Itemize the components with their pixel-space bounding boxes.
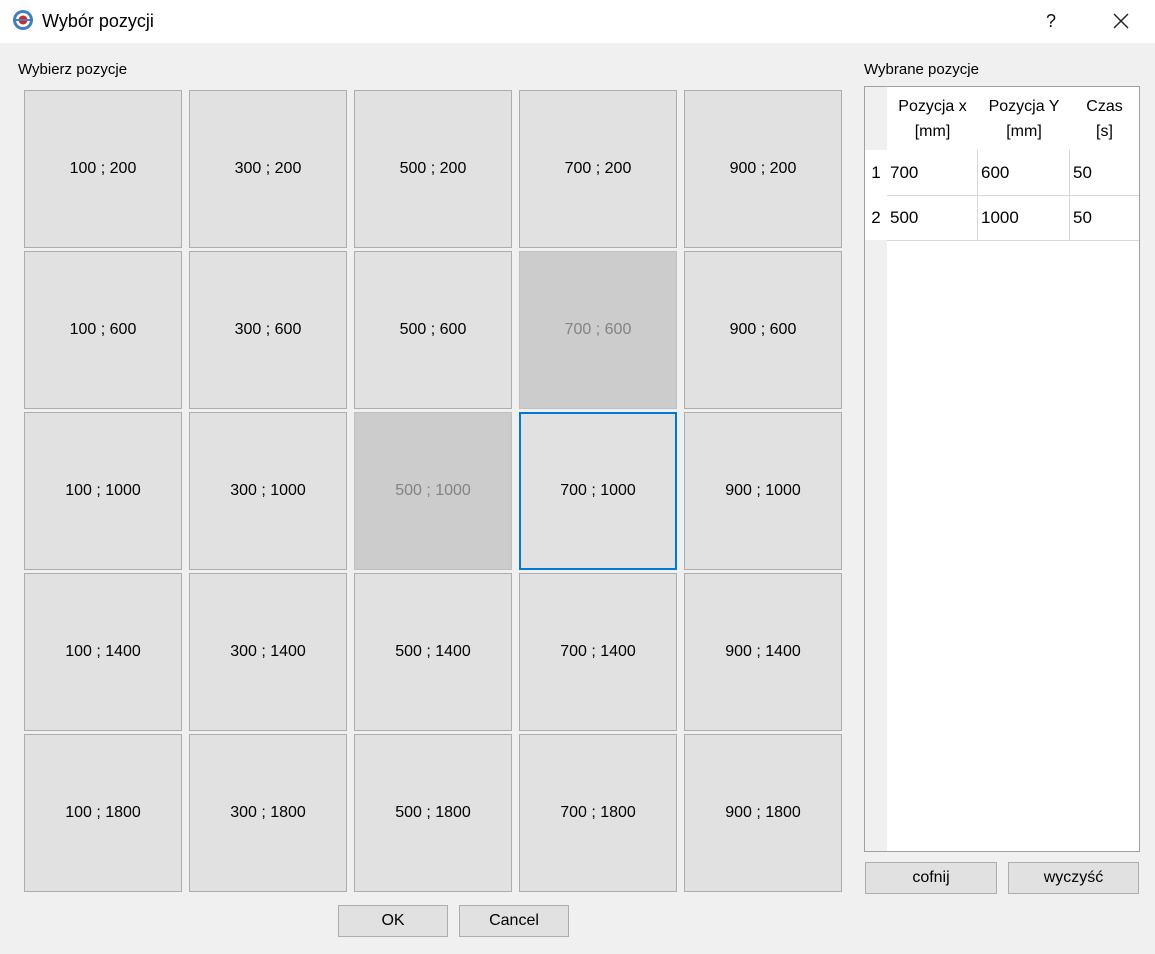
position-button[interactable]: 700 ; 1400 bbox=[519, 573, 677, 731]
column-header-unit: [mm] bbox=[914, 122, 951, 140]
close-button[interactable] bbox=[1100, 6, 1142, 36]
position-button[interactable]: 900 ; 1400 bbox=[684, 573, 842, 731]
column-header-unit: [mm] bbox=[1006, 122, 1042, 140]
position-button[interactable]: 100 ; 600 bbox=[24, 251, 182, 409]
position-button[interactable]: 100 ; 200 bbox=[24, 90, 182, 248]
clear-button[interactable]: wyczyść bbox=[1008, 862, 1139, 894]
selected-positions-label: Wybrane pozycje bbox=[864, 61, 979, 78]
position-button[interactable]: 100 ; 1400 bbox=[24, 573, 182, 731]
cell-position-x[interactable]: 700 bbox=[887, 150, 978, 195]
cell-position-y[interactable]: 1000 bbox=[978, 195, 1070, 240]
undo-button[interactable]: cofnij bbox=[865, 862, 997, 894]
position-button[interactable]: 300 ; 1400 bbox=[189, 573, 347, 731]
position-button[interactable]: 500 ; 1800 bbox=[354, 734, 512, 892]
position-button[interactable]: 900 ; 600 bbox=[684, 251, 842, 409]
position-button[interactable]: 300 ; 600 bbox=[189, 251, 347, 409]
table-row[interactable]: 700 600 50 bbox=[887, 150, 1139, 196]
table-row[interactable]: 500 1000 50 bbox=[887, 195, 1139, 241]
position-button[interactable]: 700 ; 600 bbox=[519, 251, 677, 409]
position-button[interactable]: 300 ; 1000 bbox=[189, 412, 347, 570]
row-header[interactable]: 2 bbox=[865, 195, 887, 240]
selected-positions-table[interactable]: Pozycja x [mm] Pozycja Y [mm] Czas [s] 1 70… bbox=[864, 86, 1140, 852]
column-header-text: Czas bbox=[1086, 97, 1123, 115]
position-button[interactable]: 100 ; 1000 bbox=[24, 412, 182, 570]
position-button[interactable]: 700 ; 1800 bbox=[519, 734, 677, 892]
position-button[interactable]: 900 ; 1000 bbox=[684, 412, 842, 570]
cancel-button[interactable]: Cancel bbox=[459, 905, 569, 937]
position-button[interactable]: 700 ; 200 bbox=[519, 90, 677, 248]
position-button[interactable]: 900 ; 200 bbox=[684, 90, 842, 248]
position-button[interactable]: 300 ; 200 bbox=[189, 90, 347, 248]
app-logo-icon bbox=[13, 10, 33, 30]
position-button[interactable]: 500 ; 1400 bbox=[354, 573, 512, 731]
position-grid: 100 ; 200 300 ; 200 500 ; 200 700 ; 200 900 … bbox=[24, 90, 842, 892]
window-title: Wybór pozycji bbox=[42, 11, 154, 31]
row-header[interactable]: 1 bbox=[865, 150, 887, 195]
position-button[interactable]: 100 ; 1800 bbox=[24, 734, 182, 892]
close-icon bbox=[1113, 13, 1129, 29]
column-header-position-x[interactable]: Pozycja x [mm] bbox=[887, 87, 978, 150]
cell-time[interactable]: 50 bbox=[1070, 195, 1139, 240]
column-header-text: Pozycja Y bbox=[988, 97, 1060, 115]
position-button[interactable]: 300 ; 1800 bbox=[189, 734, 347, 892]
choose-positions-label: Wybierz pozycje bbox=[18, 61, 128, 78]
ok-button[interactable]: OK bbox=[338, 905, 448, 937]
position-button[interactable]: 900 ; 1800 bbox=[684, 734, 842, 892]
cell-time[interactable]: 50 bbox=[1070, 150, 1139, 195]
help-button[interactable]: ? bbox=[1030, 6, 1072, 36]
position-button[interactable]: 500 ; 600 bbox=[354, 251, 512, 409]
position-button[interactable]: 500 ; 200 bbox=[354, 90, 512, 248]
column-header-position-y[interactable]: Pozycja Y [mm] bbox=[978, 87, 1070, 150]
cell-position-x[interactable]: 500 bbox=[887, 195, 978, 240]
position-button[interactable]: 700 ; 1000 bbox=[519, 412, 677, 570]
position-button[interactable]: 500 ; 1000 bbox=[354, 412, 512, 570]
title-bar: Wybór pozycji ? bbox=[0, 0, 1155, 43]
column-header-text: Pozycja x bbox=[898, 97, 967, 115]
column-header-unit: [s] bbox=[1096, 122, 1113, 140]
cell-position-y[interactable]: 600 bbox=[978, 150, 1070, 195]
column-header-time[interactable]: Czas [s] bbox=[1070, 87, 1139, 150]
